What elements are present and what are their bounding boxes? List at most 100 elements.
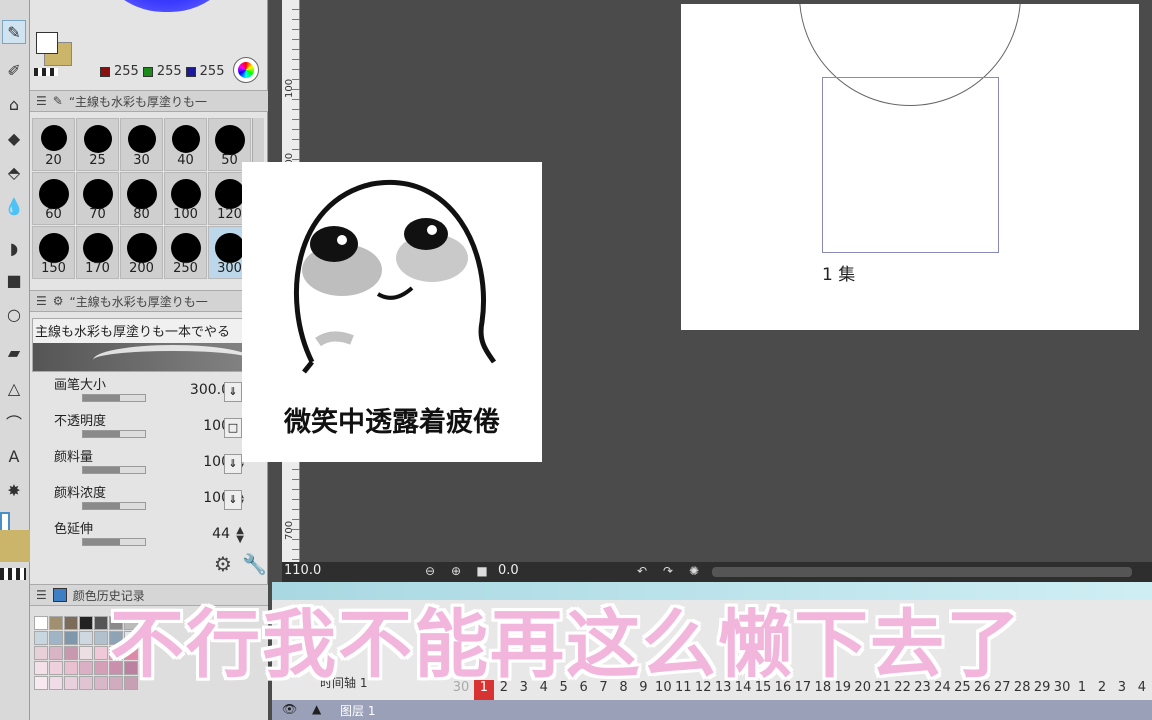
palette-swatch[interactable] (49, 646, 63, 660)
brush-size-cell[interactable]: 150 (32, 226, 75, 279)
palette-swatch[interactable] (49, 631, 63, 645)
palette-swatch[interactable] (64, 676, 78, 690)
palette-swatch[interactable] (34, 676, 48, 690)
color-wheel-icon[interactable] (233, 57, 259, 83)
frame-number[interactable]: 3 (1112, 680, 1132, 700)
fit-view-icon[interactable]: ■ (474, 563, 490, 579)
settings-icon[interactable]: ⚙ (53, 294, 64, 308)
frame-number[interactable]: 2 (1092, 680, 1112, 700)
eye-icon[interactable]: 👁 (282, 702, 297, 716)
property-value[interactable]: 44 (212, 526, 230, 542)
palette-swatch[interactable] (79, 646, 93, 660)
brush-size-cell[interactable]: 20 (32, 118, 75, 171)
wrench-icon[interactable]: 🔧 (242, 552, 267, 576)
pressure-toggle-icon[interactable]: ⇓ (224, 454, 242, 474)
brush-size-label: 120 (217, 207, 242, 222)
blend-tool-icon[interactable]: ◆ (2, 126, 26, 150)
drawing-canvas[interactable]: 1 集 (681, 4, 1139, 330)
palette-swatch[interactable] (64, 616, 78, 630)
shape-tool-icon[interactable]: ○ (2, 302, 26, 326)
property-slider[interactable] (82, 430, 146, 438)
palette-swatch[interactable] (34, 631, 48, 645)
brush-size-cell[interactable]: 40 (164, 118, 207, 171)
palette-swatch[interactable] (64, 646, 78, 660)
brush-size-cell[interactable]: 60 (32, 172, 75, 225)
palette-swatch[interactable] (79, 631, 93, 645)
brush-size-cell[interactable]: 25 (76, 118, 119, 171)
sub-color-swatch-small[interactable] (0, 530, 30, 562)
dropper-tool-icon[interactable]: 💧 (2, 194, 26, 218)
palette-swatch[interactable] (64, 661, 78, 675)
palette-swatch[interactable] (64, 631, 78, 645)
palette-swatch[interactable] (49, 676, 63, 690)
zoom-out-icon[interactable]: ⊖ (422, 563, 438, 579)
brush-size-panel-header[interactable]: ☰ ✎ “主線も水彩も厚塗りも一 (30, 90, 268, 112)
frame-tool-icon[interactable]: ▰ (2, 340, 26, 364)
main-color-swatch[interactable] (36, 32, 58, 54)
palette-swatch[interactable] (94, 616, 108, 630)
brush-size-cell[interactable]: 80 (120, 172, 163, 225)
palette-swatch[interactable] (94, 661, 108, 675)
color-wheel[interactable] (92, 0, 242, 12)
horizontal-scrollbar[interactable] (712, 567, 1132, 577)
timeline-layer-row[interactable]: 👁 ▲ 图层 1 (272, 700, 1152, 720)
palette-swatch[interactable] (94, 646, 108, 660)
palette-swatch[interactable] (79, 676, 93, 690)
brush-size-dot-icon (40, 125, 67, 151)
rotate-left-icon[interactable]: ↶ (634, 563, 650, 579)
palette-swatch[interactable] (94, 676, 108, 690)
correct-line-tool-icon[interactable]: ✸ (2, 478, 26, 502)
transparent-color-swatch[interactable] (34, 68, 58, 76)
spinner-arrows-icon[interactable]: ▲▼ (236, 526, 244, 545)
menu-icon[interactable]: ☰ (36, 94, 47, 108)
brush-size-cell[interactable]: 100 (164, 172, 207, 225)
fill-tool-icon[interactable]: ⬘ (2, 160, 26, 184)
pressure-toggle-icon[interactable]: □ (224, 418, 242, 438)
brush-size-dot-icon (82, 179, 113, 209)
brush-size-cell[interactable]: 30 (120, 118, 163, 171)
palette-swatch[interactable] (34, 646, 48, 660)
brush-size-label: 200 (129, 261, 154, 276)
gradient-tool-icon[interactable]: ■ (2, 268, 26, 292)
menu-icon[interactable]: ☰ (36, 294, 47, 308)
palette-swatch[interactable] (79, 661, 93, 675)
palette-swatch[interactable] (79, 616, 93, 630)
bucket-tool-icon[interactable]: ◗ (2, 236, 26, 260)
text-tool-icon[interactable]: A (2, 444, 26, 468)
ruler-label-100: 100 (284, 78, 295, 98)
frame-number[interactable]: 4 (1132, 680, 1152, 700)
brush-size-cell[interactable]: 170 (76, 226, 119, 279)
tool-settings-icon[interactable]: ⚙ (214, 552, 232, 576)
pen-tool-icon[interactable]: ✎ (2, 20, 26, 44)
rotate-right-icon[interactable]: ↷ (660, 563, 676, 579)
brush-size-cell[interactable]: 250 (164, 226, 207, 279)
property-slider[interactable] (82, 466, 146, 474)
ruler-tool-icon[interactable]: △ (2, 376, 26, 400)
frame-number[interactable]: 1 (1072, 680, 1092, 700)
palette-swatch[interactable] (34, 661, 48, 675)
balloon-tool-icon[interactable]: ⌒ (2, 410, 26, 434)
zoom-value[interactable]: 110.0 (284, 563, 321, 578)
property-slider[interactable] (82, 502, 146, 510)
pressure-toggle-icon[interactable]: ⇓ (224, 382, 242, 402)
reset-rotation-icon[interactable]: ✺ (686, 563, 702, 579)
menu-icon[interactable]: ☰ (36, 588, 47, 602)
eraser-tool-icon[interactable]: ⌂ (2, 92, 26, 116)
property-slider[interactable] (82, 394, 146, 402)
palette-swatch[interactable] (49, 661, 63, 675)
layer-thumbnail-icon: ▲ (312, 702, 322, 716)
meme-caption: 微笑中透露着疲倦 (284, 407, 500, 438)
zoom-in-icon[interactable]: ⊕ (448, 563, 464, 579)
transparent-swatch[interactable] (0, 568, 26, 580)
palette-swatch[interactable] (94, 631, 108, 645)
palette-swatch[interactable] (49, 616, 63, 630)
property-slider[interactable] (82, 538, 146, 546)
brush-size-cell[interactable]: 70 (76, 172, 119, 225)
brush-size-cell[interactable]: 200 (120, 226, 163, 279)
rotation-value[interactable]: 0.0 (498, 563, 519, 578)
palette-swatch[interactable] (34, 616, 48, 630)
tool-property-panel-header[interactable]: ☰ ⚙ “主線も水彩も厚塗りも一 (30, 290, 268, 312)
brush-tool-icon[interactable]: ✐ (2, 58, 26, 82)
pressure-toggle-icon[interactable]: ⇓ (224, 490, 242, 510)
brush-size-label: 20 (45, 153, 62, 168)
